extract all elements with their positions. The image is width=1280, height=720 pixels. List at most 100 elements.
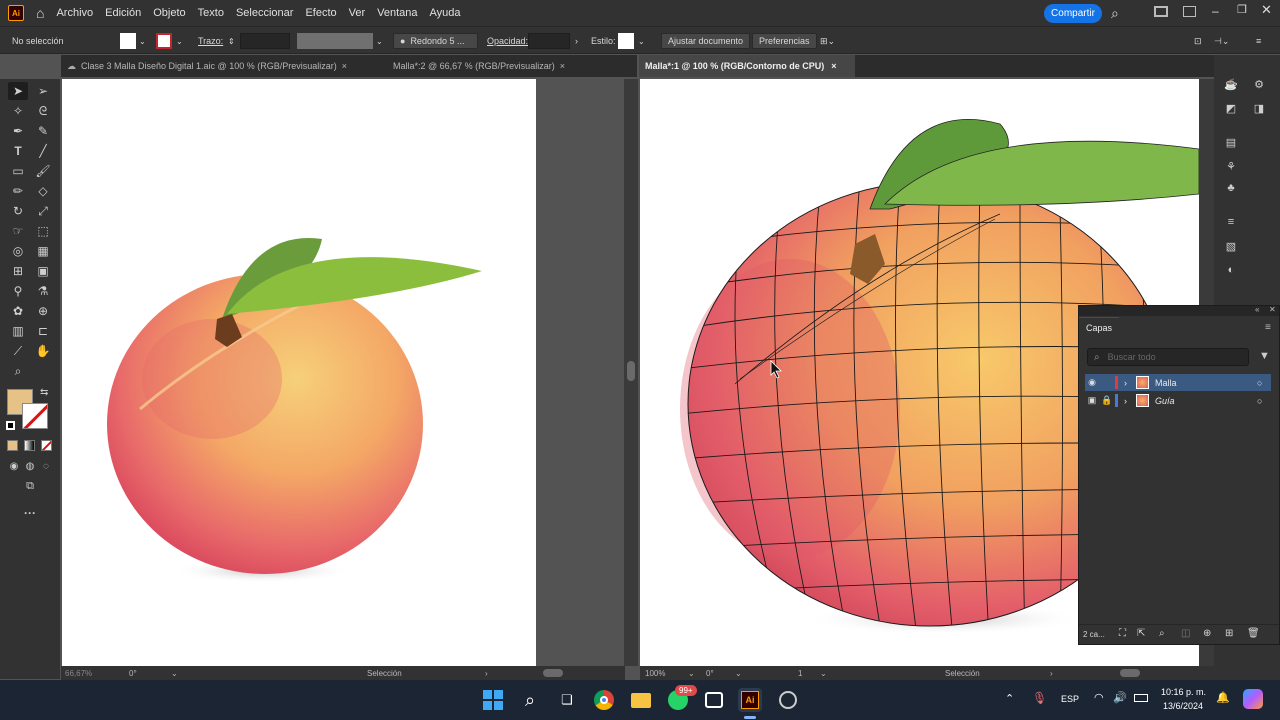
graphic-styles-icon[interactable]: ◨ [1251, 101, 1267, 115]
chevron-down-icon[interactable]: ⌄ [139, 33, 146, 49]
fill-swatch[interactable] [120, 33, 136, 49]
menu-efecto[interactable]: Efecto [305, 7, 336, 19]
volume-icon[interactable]: 🔊 [1113, 691, 1127, 704]
symbol-sprayer-tool-icon[interactable]: ✿ [8, 302, 28, 320]
libraries-icon[interactable]: ⚙ [1251, 77, 1267, 91]
close-icon[interactable]: ✕ [1261, 2, 1272, 18]
magic-wand-tool-icon[interactable]: ✧ [8, 102, 28, 120]
chevron-right-icon[interactable]: › [1124, 378, 1136, 388]
shape-builder-tool-icon[interactable]: ◎ [8, 242, 28, 260]
artboard-left[interactable] [62, 79, 536, 666]
stroke-weight-field[interactable] [240, 33, 290, 49]
share-button[interactable]: Compartir [1044, 4, 1102, 23]
eyedropper-tool-icon[interactable]: ⚲ [8, 282, 28, 300]
brush-definition-dropdown[interactable]: ● Redondo 5 ... [393, 33, 478, 49]
chevron-down-icon[interactable]: ⌄ [171, 669, 178, 678]
menu-archivo[interactable]: Archivo [56, 7, 93, 19]
transform-icon[interactable]: ⊡ [1194, 33, 1202, 49]
wifi-icon[interactable]: ◠ [1094, 691, 1104, 704]
h-scroll-thumb[interactable] [543, 669, 563, 677]
arrange-icon[interactable] [1183, 6, 1196, 17]
zoom-level[interactable]: 100% [645, 669, 665, 678]
capcut-icon[interactable] [702, 688, 726, 712]
tab-malla2[interactable]: Malla*:2 @ 66,67 % (RGB/Previsualizar) × [387, 55, 637, 77]
direct-selection-tool-icon[interactable]: ➢ [33, 82, 53, 100]
menu-seleccionar[interactable]: Seleccionar [236, 7, 293, 19]
minimize-icon[interactable]: – [1212, 4, 1219, 18]
layer-name[interactable]: Malla [1155, 378, 1257, 388]
layer-search-input[interactable]: ⌕ Buscar todo [1087, 348, 1249, 366]
microphone-icon[interactable]: 🎙 [1032, 691, 1047, 705]
copilot-icon[interactable] [1243, 689, 1263, 709]
chevron-down-icon[interactable]: ⌄ [376, 33, 383, 49]
selection-tool-icon[interactable]: ➤ [8, 82, 28, 100]
chevron-right-icon[interactable]: › [1050, 669, 1053, 678]
menu-ventana[interactable]: Ventana [377, 7, 417, 19]
stroke-color-swatch[interactable] [22, 403, 48, 429]
symbols-icon[interactable]: ♣ [1223, 181, 1239, 195]
pen-tool-icon[interactable]: ✒ [8, 122, 28, 140]
close-icon[interactable]: × [831, 61, 836, 71]
style-swatch[interactable] [618, 33, 634, 49]
swap-colors-icon[interactable]: ⇆ [40, 387, 48, 398]
layer-name[interactable]: Guía [1155, 396, 1257, 406]
variable-width-field[interactable] [297, 33, 373, 49]
arrange-documents-icon[interactable]: ⊣⌄ [1214, 33, 1229, 49]
perspective-grid-tool-icon[interactable]: ▦ [33, 242, 53, 260]
home-icon[interactable]: ⌂ [36, 5, 44, 21]
none-mode-icon[interactable] [41, 440, 52, 451]
color-mode-icon[interactable] [7, 440, 18, 451]
mesh-tool-icon[interactable]: ⊞ [8, 262, 28, 280]
layer-row-guia[interactable]: ▣ 🔒 › Guía ○ [1085, 392, 1271, 409]
app-icon[interactable] [776, 688, 800, 712]
lasso-tool-icon[interactable]: ᘓ [33, 102, 53, 120]
transparency-icon[interactable]: ◐ [1223, 263, 1239, 277]
scroll-thumb[interactable] [627, 361, 635, 381]
chevron-down-icon[interactable]: ⌄ [820, 669, 827, 678]
collapse-icon[interactable]: « [1255, 305, 1259, 314]
language-indicator[interactable]: ESP [1061, 694, 1079, 704]
clock-time[interactable]: 10:16 p. m. [1161, 687, 1206, 697]
chevron-down-icon[interactable]: ⌄ [735, 669, 742, 678]
properties-icon[interactable]: ☕ [1223, 77, 1239, 91]
target-icon[interactable]: ○ [1257, 378, 1271, 388]
eraser-tool-icon[interactable]: ◇ [33, 182, 53, 200]
appearance-icon[interactable]: ◩ [1223, 101, 1239, 115]
type-tool-icon[interactable]: T [8, 142, 28, 160]
warp-tool-icon[interactable]: ☞ [8, 222, 28, 240]
menu-ayuda[interactable]: Ayuda [430, 7, 461, 19]
chrome-icon[interactable] [592, 688, 616, 712]
menu-ver[interactable]: Ver [349, 7, 366, 19]
swatches-icon[interactable]: ▤ [1223, 135, 1239, 149]
export-icon[interactable]: ⇱ [1137, 628, 1145, 639]
graph-tool-icon[interactable]: ▥ [8, 322, 28, 340]
panel-menu-icon[interactable]: ≡ [1265, 322, 1271, 333]
filter-icon[interactable]: ▼ [1259, 350, 1270, 362]
h-scroll-thumb[interactable] [1120, 669, 1140, 677]
close-icon[interactable]: ✕ [1269, 305, 1276, 314]
close-icon[interactable]: × [560, 61, 565, 71]
draw-inside-icon[interactable]: ◌ [36, 457, 56, 475]
clock-date[interactable]: 13/6/2024 [1163, 701, 1203, 711]
artboard-number[interactable]: 1 [798, 669, 802, 678]
pencil-tool-icon[interactable]: ✏ [8, 182, 28, 200]
search-icon[interactable]: ⌕ [1111, 5, 1119, 22]
gradient-panel-icon[interactable]: ▧ [1223, 239, 1239, 253]
menu-edicion[interactable]: Edición [105, 7, 141, 19]
gradient-mode-icon[interactable] [24, 440, 35, 451]
layer-row-malla[interactable]: ◉ › Malla ○ [1085, 374, 1271, 391]
rectangle-tool-icon[interactable]: ▭ [8, 162, 28, 180]
rotate-tool-icon[interactable]: ↻ [8, 202, 28, 220]
vertical-scrollbar-left[interactable] [624, 79, 638, 666]
template-icon[interactable]: ▣ [1085, 395, 1099, 406]
align-icon[interactable]: ⊞⌄ [820, 33, 835, 49]
blend-tool-icon[interactable]: ⚗ [33, 282, 53, 300]
rotation-value[interactable]: 0° [706, 669, 714, 678]
trash-icon[interactable]: 🗑 [1247, 628, 1260, 639]
artboard-tool-icon[interactable]: ⊕ [33, 302, 53, 320]
zoom-level[interactable]: 66,67% [65, 669, 92, 678]
workspace-icon[interactable] [1154, 6, 1168, 17]
hand-tool-icon[interactable]: ✋ [33, 342, 53, 360]
curvature-tool-icon[interactable]: ✎ [33, 122, 53, 140]
eyedropper-tool-icon[interactable]: ⟋ [8, 342, 28, 360]
